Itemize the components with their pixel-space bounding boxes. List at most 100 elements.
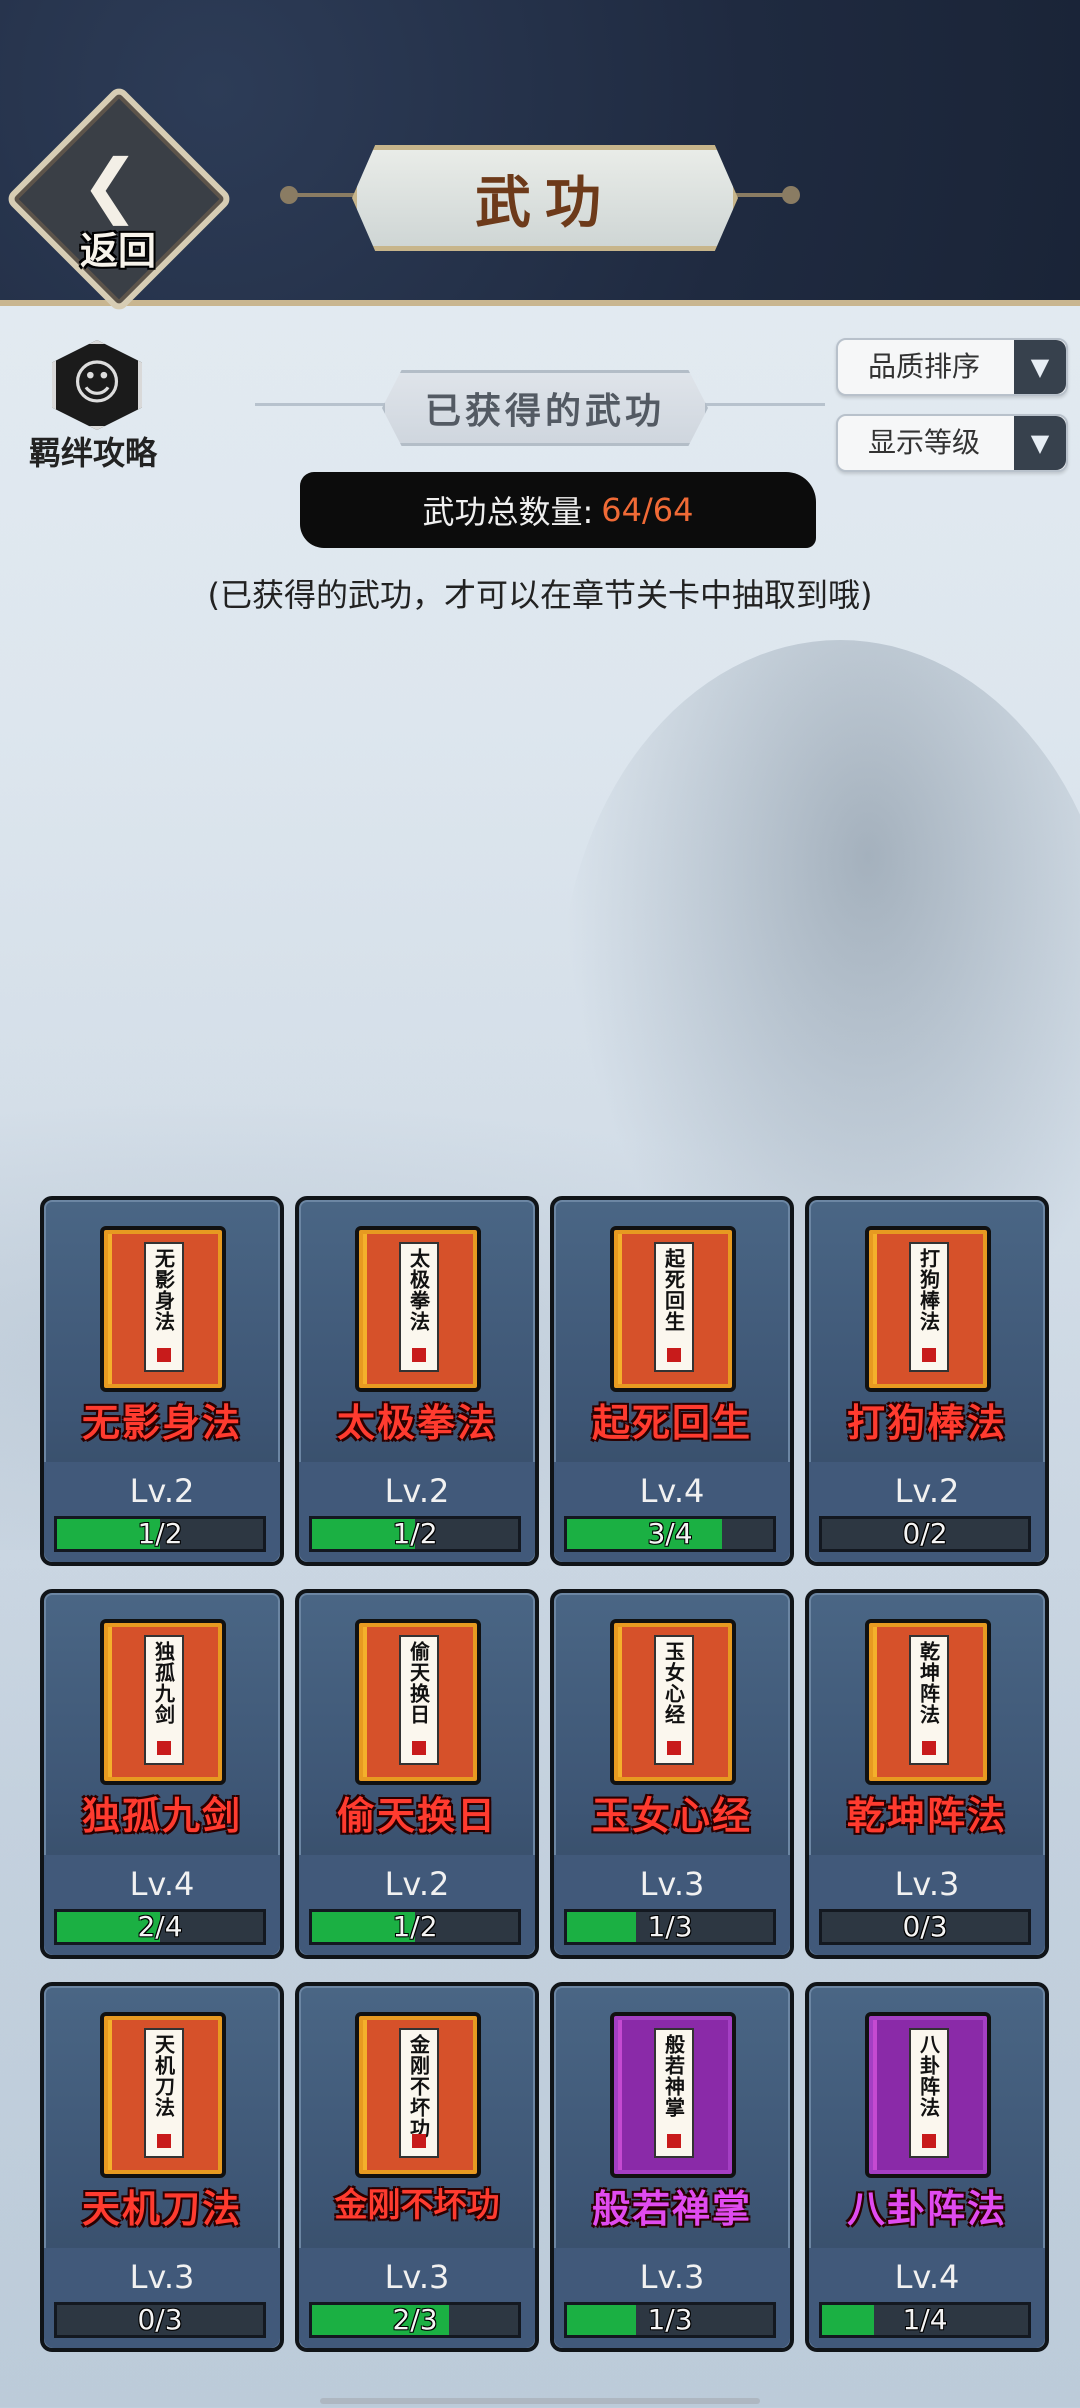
progress-bar: 1/3 <box>564 2302 776 2338</box>
total-count-bar: 武功总数量: 64/64 <box>300 472 816 548</box>
skill-level: Lv.4 <box>639 1472 705 1510</box>
display-level-dropdown[interactable]: 显示等级 ▼ <box>836 414 1068 472</box>
skill-card[interactable]: 无影身法 无影身法 Lv.2 1/2 <box>40 1196 284 1566</box>
skill-name: 八卦阵法 <box>846 2187 1007 2231</box>
manual-book-icon: 八卦阵法 <box>865 2012 991 2178</box>
progress-bar: 3/4 <box>564 1516 776 1552</box>
progress-text: 1/2 <box>137 1517 183 1550</box>
seal-icon <box>157 1348 171 1362</box>
seal-icon <box>412 1348 426 1362</box>
progress-bar: 2/3 <box>309 2302 521 2338</box>
progress-text: 0/3 <box>902 1910 948 1943</box>
skill-level: Lv.2 <box>384 1865 450 1903</box>
skill-card[interactable]: 般若神掌般若禅掌 Lv.3 1/3 <box>550 1982 794 2352</box>
progress-text: 2/3 <box>392 2303 438 2336</box>
skill-card[interactable]: 天机刀法 天机刀法 Lv.3 0/3 <box>40 1982 284 2352</box>
section-title: 已获得的武功 <box>382 370 708 446</box>
progress-text: 1/3 <box>647 1910 693 1943</box>
skill-level: Lv.4 <box>129 1865 195 1903</box>
progress-bar: 1/2 <box>309 1516 521 1552</box>
progress-bar: 0/2 <box>819 1516 1031 1552</box>
progress-text: 1/2 <box>392 1517 438 1550</box>
skill-level: Lv.2 <box>384 1472 450 1510</box>
progress-text: 0/2 <box>902 1517 948 1550</box>
progress-bar: 1/2 <box>309 1909 521 1945</box>
skill-card[interactable]: 玉女心经 玉女心经 Lv.3 1/3 <box>550 1589 794 1959</box>
progress-text: 1/4 <box>902 2303 948 2336</box>
manual-book-icon: 打狗棒法 <box>865 1226 991 1392</box>
dropdown-label: 显示等级 <box>867 426 980 459</box>
seal-icon <box>667 2134 681 2148</box>
home-indicator <box>320 2398 760 2404</box>
skill-card[interactable]: 八卦阵法 八卦阵法 Lv.4 1/4 <box>805 1982 1049 2352</box>
skill-card[interactable]: 独孤九剑 独孤九剑 Lv.4 2/4 <box>40 1589 284 1959</box>
seal-icon <box>412 1741 426 1755</box>
hint-text: (已获得的武功，才可以在章节关卡中抽取到哦) <box>207 576 873 614</box>
seal-icon <box>667 1741 681 1755</box>
triangle-down-icon[interactable]: ▼ <box>1014 340 1066 394</box>
manual-book-icon: 太极拳法 <box>355 1226 481 1392</box>
title-ornament <box>782 186 800 204</box>
skill-name: 打狗棒法 <box>846 1401 1007 1445</box>
skill-name: 玉女心经 <box>591 1794 752 1838</box>
skill-level: Lv.3 <box>129 2258 195 2296</box>
seal-icon <box>922 1741 936 1755</box>
skill-name: 太极拳法 <box>336 1401 497 1445</box>
dropdown-label: 品质排序 <box>867 350 980 383</box>
skill-name: 金刚不坏功 <box>334 2185 500 2224</box>
manual-book-icon: 无影身法 <box>100 1226 226 1392</box>
skill-name: 天机刀法 <box>81 2187 242 2231</box>
manual-book-icon: 天机刀法 <box>100 2012 226 2178</box>
back-label[interactable]: 返回 <box>58 220 178 275</box>
progress-bar: 0/3 <box>54 2302 266 2338</box>
progress-bar: 1/2 <box>54 1516 266 1552</box>
progress-text: 2/4 <box>137 1910 183 1943</box>
skill-name: 偷天换日 <box>336 1794 497 1838</box>
skill-card[interactable]: 起死回生 起死回生 Lv.4 3/4 <box>550 1196 794 1566</box>
skill-name: 独孤九剑 <box>81 1794 242 1838</box>
title-ornament <box>280 186 298 204</box>
skill-level: Lv.3 <box>384 2258 450 2296</box>
total-label: 武功总数量: <box>422 493 594 531</box>
skill-name: 起死回生 <box>591 1401 752 1445</box>
triangle-down-icon[interactable]: ▼ <box>1014 416 1066 470</box>
skill-level: Lv.2 <box>129 1472 195 1510</box>
skill-level: Lv.3 <box>639 1865 705 1903</box>
back-arrow-icon[interactable]: ❮ <box>70 145 150 225</box>
manual-book-icon: 偷天换日 <box>355 1619 481 1785</box>
sort-quality-dropdown[interactable]: 品质排序 ▼ <box>836 338 1068 396</box>
total-value: 64/64 <box>601 491 694 529</box>
manual-book-icon: 起死回生 <box>610 1226 736 1392</box>
manual-book-icon: 般若神掌 <box>610 2012 736 2178</box>
skill-name: 无影身法 <box>81 1401 242 1445</box>
progress-bar: 0/3 <box>819 1909 1031 1945</box>
progress-bar: 1/4 <box>819 2302 1031 2338</box>
skill-name: 般若禅掌 <box>591 2187 752 2231</box>
seal-icon <box>157 2134 171 2148</box>
progress-text: 1/3 <box>647 2303 693 2336</box>
seal-icon <box>667 1348 681 1362</box>
skill-card[interactable]: 太极拳法 太极拳法 Lv.2 1/2 <box>295 1196 539 1566</box>
progress-text: 3/4 <box>647 1517 693 1550</box>
progress-bar: 1/3 <box>564 1909 776 1945</box>
progress-text: 1/2 <box>392 1910 438 1943</box>
seal-icon <box>412 2134 426 2148</box>
meditation-icon[interactable]: ☺ <box>52 342 142 424</box>
seal-icon <box>922 1348 936 1362</box>
skill-level: Lv.3 <box>894 1865 960 1903</box>
progress-text: 0/3 <box>137 2303 183 2336</box>
skill-card[interactable]: 打狗棒法 打狗棒法 Lv.2 0/2 <box>805 1196 1049 1566</box>
skill-level: Lv.4 <box>894 2258 960 2296</box>
skill-card[interactable]: 金刚不坏功 金刚不坏功 Lv.3 2/3 <box>295 1982 539 2352</box>
skill-level: Lv.3 <box>639 2258 705 2296</box>
seal-icon <box>922 2134 936 2148</box>
skill-card[interactable]: 乾坤阵法 乾坤阵法 Lv.3 0/3 <box>805 1589 1049 1959</box>
manual-book-icon: 玉女心经 <box>610 1619 736 1785</box>
seal-icon <box>157 1741 171 1755</box>
manual-book-icon: 金刚不坏功 <box>355 2012 481 2178</box>
page-title: 武功 <box>352 145 738 251</box>
manual-book-icon: 独孤九剑 <box>100 1619 226 1785</box>
strategy-label[interactable]: 羁绊攻略 <box>18 428 168 474</box>
skill-level: Lv.2 <box>894 1472 960 1510</box>
skill-card[interactable]: 偷天换日 偷天换日 Lv.2 1/2 <box>295 1589 539 1959</box>
